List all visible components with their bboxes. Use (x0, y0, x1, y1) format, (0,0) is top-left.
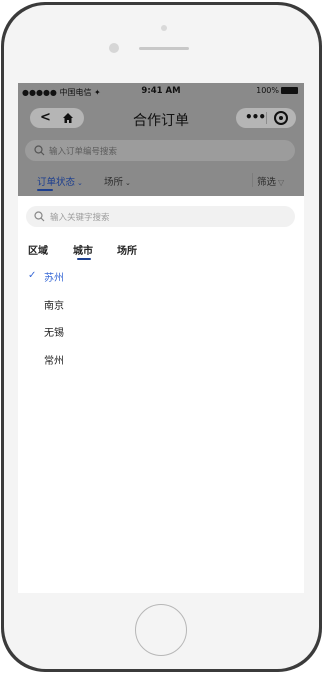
filter-divider (252, 173, 253, 187)
funnel-icon: ▽ (278, 178, 285, 187)
tab-venue-level[interactable]: 场所 (117, 242, 137, 257)
filter-label: 筛选 (257, 177, 277, 188)
tab-order-status[interactable]: 订单状态 ⌄ (37, 174, 83, 188)
earpiece-speaker (139, 47, 189, 50)
dim-overlay: ●●●●● 中国电信 ✦ 9:41 AM 100% < 合作订单 ••• 输入订… (18, 83, 304, 196)
capsule-divider (266, 112, 267, 124)
nav-bar: < 合作订单 ••• (18, 103, 304, 133)
tab-city[interactable]: 城市 (73, 242, 93, 257)
level-tabs: 区域 城市 场所 (18, 238, 304, 260)
front-sensor (161, 25, 167, 31)
status-bar: ●●●●● 中国电信 ✦ 9:41 AM 100% (18, 83, 304, 101)
chevron-down-icon: ⌄ (77, 179, 83, 187)
front-camera (109, 43, 119, 53)
city-picker-panel: 输入关键字搜索 区域 城市 场所 (18, 196, 304, 593)
battery-status: 100% (256, 86, 298, 95)
menu-capsule[interactable]: ••• (236, 108, 296, 128)
battery-icon (281, 87, 298, 94)
home-button[interactable] (135, 604, 187, 656)
battery-percent: 100% (256, 86, 279, 95)
order-search-input[interactable]: 输入订单编号搜索 (25, 140, 295, 161)
search-icon (34, 211, 45, 222)
keyword-search-placeholder: 输入关键字搜索 (50, 213, 110, 223)
more-dots-icon[interactable]: ••• (245, 110, 266, 124)
tab-region[interactable]: 区域 (28, 242, 48, 257)
keyword-search-input[interactable]: 输入关键字搜索 (26, 206, 295, 227)
filter-tabs: 订单状态 ⌄ 场所 ⌄ 筛选 ▽ (18, 167, 304, 193)
target-icon[interactable] (274, 111, 288, 125)
chevron-down-icon: ⌄ (125, 179, 131, 187)
app-screen: ●●●●● 中国电信 ✦ 9:41 AM 100% < 合作订单 ••• 输入订… (18, 83, 304, 593)
tab-venue[interactable]: 场所 ⌄ (104, 174, 131, 188)
tab-order-status-underline (37, 189, 53, 191)
tab-venue-label: 场所 (104, 177, 124, 188)
tab-city-underline (77, 258, 91, 260)
order-search-placeholder: 输入订单编号搜索 (49, 147, 118, 157)
tab-order-status-label: 订单状态 (37, 177, 76, 188)
search-icon (34, 145, 45, 156)
filter-button[interactable]: 筛选 ▽ (257, 174, 284, 188)
